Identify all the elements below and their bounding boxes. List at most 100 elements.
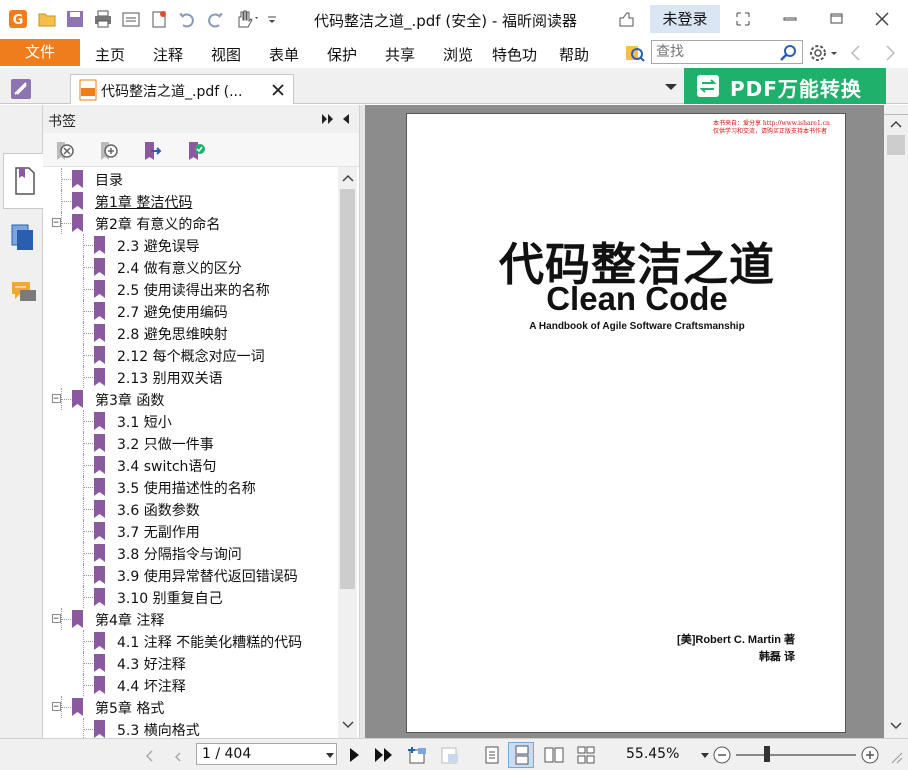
resize-grip-icon[interactable]	[888, 749, 904, 765]
bookmark-item[interactable]: 3.4 switch语句	[43, 454, 339, 476]
bookmark-item[interactable]: 2.7 避免使用编码	[43, 300, 339, 322]
bookmark-item[interactable]: 2.13 别用双关语	[43, 366, 339, 388]
document-scrollbar[interactable]	[884, 105, 908, 738]
save-icon[interactable]	[65, 9, 85, 29]
bookmark-panel-tab[interactable]	[3, 153, 43, 209]
zoom-dropdown-icon[interactable]	[700, 751, 710, 759]
goto-bookmark-icon[interactable]	[141, 140, 163, 162]
comments-icon[interactable]	[10, 279, 38, 307]
nav-forward-icon[interactable]	[880, 43, 900, 63]
document-tab[interactable]: 代码整洁之道_.pdf (...	[70, 74, 294, 104]
tab-close-icon[interactable]	[271, 83, 285, 97]
bookmark-collapse-toggle[interactable]	[52, 394, 61, 403]
bookmark-properties-icon[interactable]	[185, 140, 207, 162]
menu-help[interactable]: 帮助	[559, 44, 589, 65]
nav-back-icon[interactable]	[846, 43, 866, 63]
bookmark-scrollbar[interactable]	[338, 167, 357, 738]
bookmark-item[interactable]: 4.1 注释 不能美化糟糕的代码	[43, 630, 339, 652]
bookmark-item[interactable]: 4.4 坏注释	[43, 674, 339, 696]
prev-page-icon[interactable]	[168, 745, 188, 765]
next-page-icon[interactable]	[344, 745, 364, 765]
hand-tool-icon[interactable]	[233, 9, 261, 29]
print-icon[interactable]	[93, 9, 113, 29]
bookmark-item[interactable]: 2.4 做有意义的区分	[43, 256, 339, 278]
bookmark-item[interactable]: 3.2 只做一件事	[43, 432, 339, 454]
zoom-out-icon[interactable]	[712, 745, 732, 765]
bookmark-item[interactable]: 3.6 函数参数	[43, 498, 339, 520]
bookmark-item[interactable]: 3.1 短小	[43, 410, 339, 432]
add-bookmark-icon[interactable]	[97, 140, 119, 162]
document-scroll-thumb[interactable]	[887, 135, 905, 155]
facing-pages-view-icon[interactable]	[544, 745, 564, 765]
extract-page-icon[interactable]	[406, 745, 430, 765]
customize-toolbar-icon[interactable]	[266, 9, 278, 29]
bookmark-item[interactable]: 5.3 横向格式	[43, 718, 339, 738]
settings-gear-icon[interactable]	[807, 42, 841, 64]
menu-home[interactable]: 主页	[95, 44, 125, 65]
bookmark-item[interactable]: 目录	[43, 168, 339, 190]
bookmark-item[interactable]: 2.5 使用读得出来的名称	[43, 278, 339, 300]
bookmark-item[interactable]: 第3章 函数	[43, 388, 339, 410]
bookmark-item[interactable]: 第1章 整洁代码	[43, 190, 339, 212]
last-page-icon[interactable]	[372, 745, 396, 765]
redo-icon[interactable]	[205, 9, 225, 29]
properties-icon[interactable]	[121, 9, 141, 29]
search-box[interactable]	[651, 40, 803, 64]
bookmark-item[interactable]: 第4章 注释	[43, 608, 339, 630]
page-thumbnails-icon[interactable]	[10, 223, 36, 251]
search-icon[interactable]	[779, 43, 799, 63]
tab-list-dropdown-icon[interactable]	[664, 82, 678, 92]
bookmark-item[interactable]: 第5章 格式	[43, 696, 339, 718]
zoom-slider-track[interactable]	[736, 754, 856, 756]
menu-share[interactable]: 共享	[385, 44, 415, 65]
bookmark-item[interactable]: 3.7 无副作用	[43, 520, 339, 542]
menu-features[interactable]: 特色功	[492, 44, 544, 65]
menu-form[interactable]: 表单	[269, 44, 299, 65]
zoom-slider-thumb[interactable]	[764, 746, 770, 762]
new-document-icon[interactable]	[149, 9, 169, 29]
bookmark-scroll-thumb[interactable]	[340, 189, 355, 589]
bookmark-collapse-toggle[interactable]	[52, 614, 61, 623]
bookmark-item[interactable]: 3.10 别重复自己	[43, 586, 339, 608]
search-input[interactable]	[656, 43, 776, 61]
bookmark-item[interactable]: 2.12 每个概念对应一词	[43, 344, 339, 366]
menu-browse[interactable]: 浏览	[443, 44, 473, 65]
fullscreen-icon[interactable]	[730, 7, 756, 31]
page-dropdown-icon[interactable]	[325, 751, 335, 759]
scroll-down-arrow-icon[interactable]	[342, 720, 354, 730]
bookmark-collapse-toggle[interactable]	[52, 702, 61, 711]
restore-icon[interactable]	[823, 7, 849, 31]
bookmark-collapse-toggle[interactable]	[52, 218, 61, 227]
sidebar-toggle-icon[interactable]	[10, 78, 32, 100]
share-hand-icon[interactable]	[616, 9, 636, 29]
scroll-up-arrow-icon[interactable]	[342, 173, 354, 183]
bookmark-item[interactable]: 第2章 有意义的命名	[43, 212, 339, 234]
menu-protect[interactable]: 保护	[327, 44, 357, 65]
pdf-page[interactable]: 本书来自：爱分享 http://www.ishare1.cn 仅供学习和交流，请…	[406, 113, 846, 733]
bookmark-item[interactable]: 3.9 使用异常替代返回错误码	[43, 564, 339, 586]
file-menu[interactable]: 文件	[0, 39, 80, 66]
scroll-up-arrow-icon[interactable]	[890, 119, 902, 129]
minimize-icon[interactable]	[777, 7, 803, 31]
find-text-icon[interactable]	[624, 42, 646, 64]
pdf-convert-promo[interactable]: PDF万能转换	[684, 68, 886, 104]
scroll-down-arrow-icon[interactable]	[890, 721, 902, 731]
document-view[interactable]: 本书来自：爱分享 http://www.ishare1.cn 仅供学习和交流，请…	[365, 105, 884, 738]
bookmark-item[interactable]: 3.8 分隔指令与询问	[43, 542, 339, 564]
bookmark-item[interactable]: 2.8 避免思维映射	[43, 322, 339, 344]
app-logo-icon[interactable]: G	[8, 9, 28, 29]
single-page-view-icon[interactable]	[482, 745, 502, 765]
bookmark-item[interactable]: 4.3 好注释	[43, 652, 339, 674]
zoom-level[interactable]: 55.45%	[626, 746, 679, 762]
menu-comment[interactable]: 注释	[153, 44, 183, 65]
zoom-in-icon[interactable]	[860, 745, 880, 765]
open-folder-icon[interactable]	[37, 9, 57, 29]
login-button[interactable]: 未登录	[650, 5, 720, 33]
undo-icon[interactable]	[177, 9, 197, 29]
continuous-view-selected[interactable]	[508, 742, 534, 768]
delete-bookmark-icon[interactable]	[53, 140, 75, 162]
bookmark-item[interactable]: 3.5 使用描述性的名称	[43, 476, 339, 498]
menu-view[interactable]: 视图	[211, 44, 241, 65]
insert-page-icon[interactable]	[438, 745, 462, 765]
bookmark-item[interactable]: 2.3 避免误导	[43, 234, 339, 256]
